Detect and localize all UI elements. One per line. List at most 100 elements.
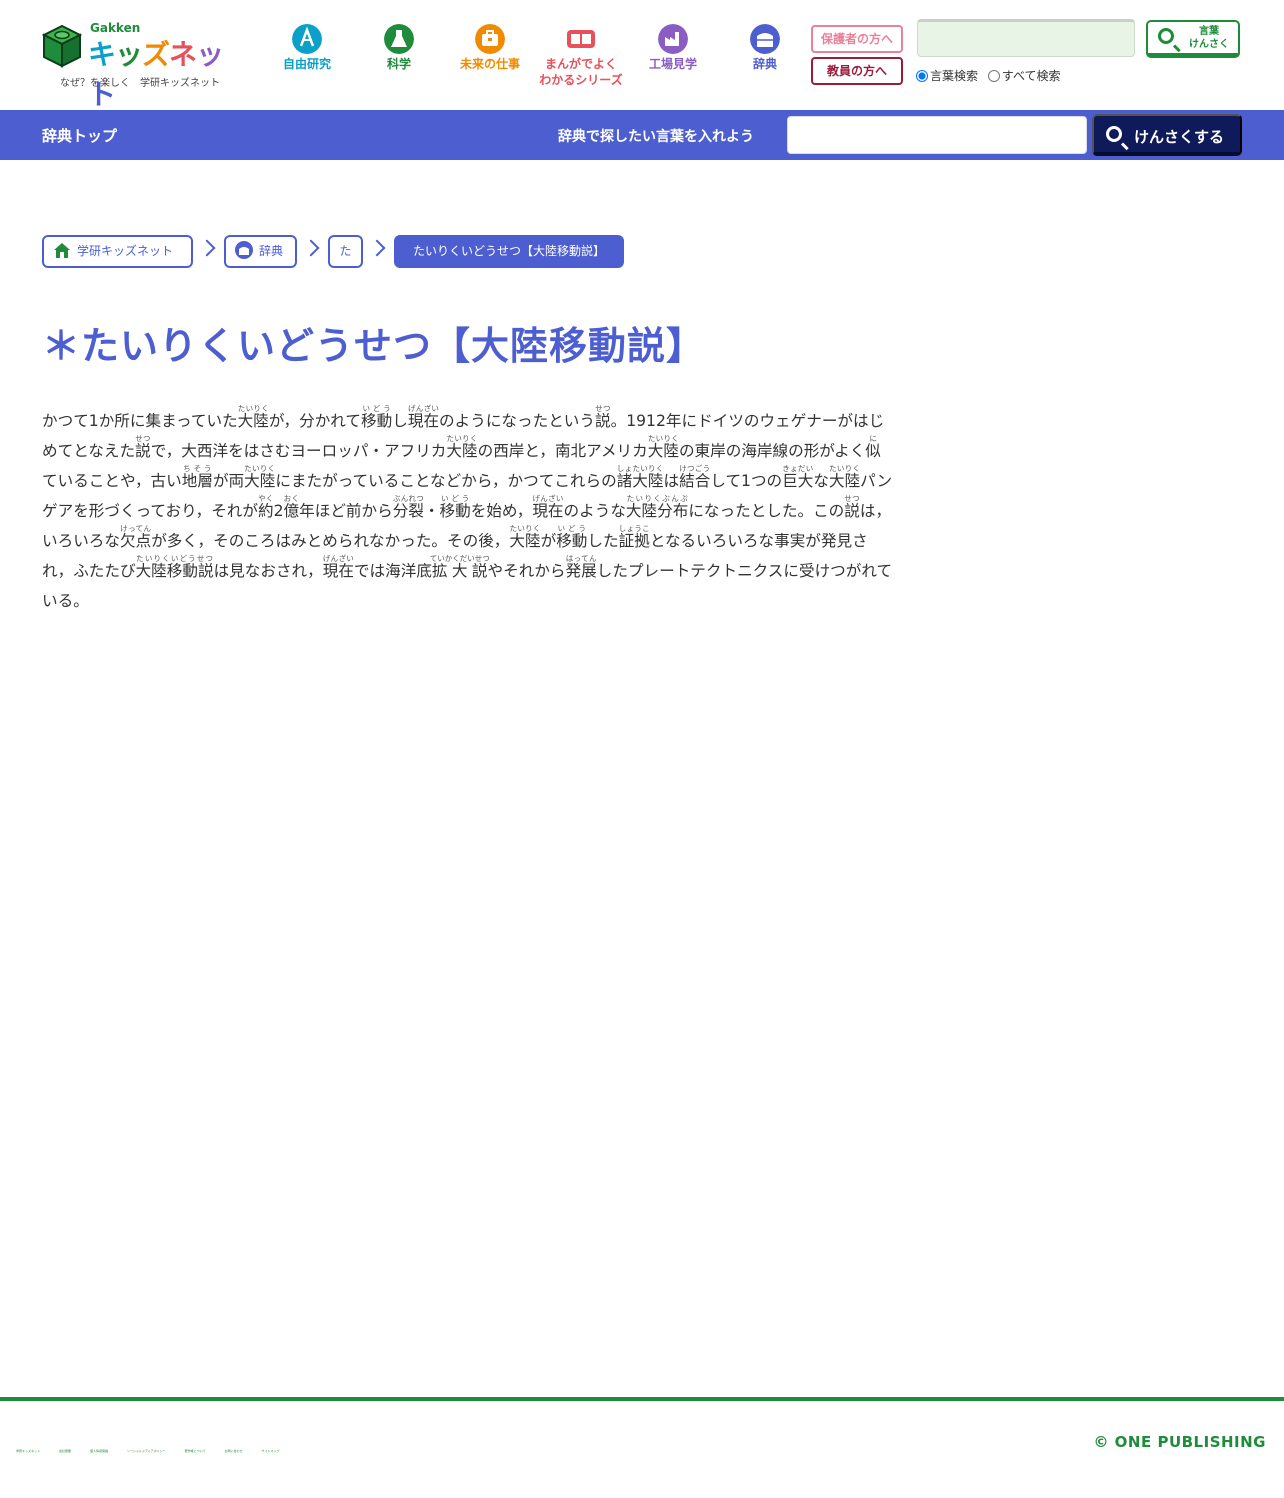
footer-link[interactable]: サイトマップ (262, 1449, 280, 1453)
dictionary-top-link[interactable]: 辞典トップ (42, 125, 117, 146)
nav-label: 科学 (386, 57, 411, 71)
furigana: たいりく (509, 524, 541, 533)
ruby-word: 欠点けってん (119, 524, 152, 550)
parents-button[interactable]: 保護者の方へ (811, 25, 903, 53)
text-segment: ていることや，古い (42, 472, 182, 490)
furigana: たいりく (237, 404, 269, 413)
nav-manga-series[interactable]: まんがでよく わかるシリーズ (536, 24, 626, 88)
nav-kagaku[interactable]: 科学 (354, 24, 444, 72)
nav-label: 未来の仕事 (459, 57, 520, 71)
breadcrumb-home[interactable]: 学研キッズネット (42, 235, 193, 268)
text-segment: を始め， (470, 502, 533, 520)
entry-title: ＊たいりくいどうせつ【大陸移動説】 (42, 324, 706, 368)
footer-link[interactable]: 個人情報保護 (90, 1449, 108, 1453)
furigana: せつ (135, 434, 151, 443)
nav-kojo-kengaku[interactable]: 工場見学 (628, 24, 718, 72)
text-segment: かつて1か所に集まっていた (42, 412, 238, 430)
nav-mirai-no-shigoto[interactable]: 未来の仕事 (445, 24, 535, 72)
text-segment: が，分かれて (268, 412, 362, 430)
flask-icon (384, 24, 414, 54)
dictionary-search-input[interactable] (787, 116, 1087, 154)
ruby-word: 似に (865, 434, 881, 460)
furigana: はってん (565, 554, 597, 563)
dictionary-icon (235, 241, 253, 259)
radio-words-search[interactable]: 言葉検索 (916, 69, 978, 83)
chevron-right-icon (368, 239, 386, 257)
breadcrumb-ta[interactable]: た (328, 235, 363, 268)
nav-label-line1: まんがでよく (544, 57, 617, 71)
text-segment: では海洋底 (353, 562, 432, 580)
text-segment: は見なおされ， (213, 562, 323, 580)
ruby-word: 移動いどう (556, 524, 588, 550)
furigana: たいりく (647, 434, 679, 443)
breadcrumb-current: たいりくいどうせつ【大陸移動説】 (394, 235, 624, 268)
nav-label-line2: わかるシリーズ (539, 73, 623, 87)
radio-words-input[interactable] (916, 70, 928, 82)
furigana: たいりくぶんぷ (625, 494, 689, 503)
header-search-button-label: 言葉 けんさく (1189, 26, 1229, 50)
furigana: けってん (119, 524, 152, 533)
text-segment: で，大西洋をはさむヨーロッパ・アフリカ (150, 442, 447, 460)
footer-link[interactable]: ソーシャルメディアポリシー (127, 1449, 166, 1453)
ruby-word: 大陸たいりく (828, 464, 861, 490)
furigana: いどう (439, 494, 471, 503)
header-search-button[interactable]: 言葉 けんさく (1146, 20, 1240, 58)
furigana: せつ (844, 494, 860, 503)
book-icon (567, 30, 595, 48)
teachers-button[interactable]: 教員の方へ (811, 57, 903, 85)
nav-jiyu-kenkyu[interactable]: 自由研究 (262, 24, 352, 72)
text-segment: のような (563, 502, 626, 520)
ruby-word: 億おく (283, 494, 300, 520)
ruby-word: 現在げんざい (407, 404, 440, 430)
text-segment: の東岸の海岸線の形がよく (678, 442, 866, 460)
footer-divider (0, 1397, 1284, 1401)
footer-link[interactable]: 著作権について (185, 1449, 206, 1453)
furigana: おく (283, 494, 300, 503)
ruby-word: 大陸分布たいりくぶんぷ (625, 494, 689, 520)
ruby-word: 諸大陸しょたいりく (616, 464, 664, 490)
ruby-word: 大陸たいりく (446, 434, 478, 460)
ruby-word: 大陸移動説たいりくいどうせつ (135, 554, 214, 580)
furigana: いどう (556, 524, 588, 533)
ruby-word: 分裂ぶんれつ (392, 494, 424, 520)
furigana: きょだい (782, 464, 814, 473)
footer-links: 学研キッズネット 会社概要 個人情報保護 ソーシャルメディアポリシー 著作権につ… (16, 1449, 298, 1453)
breadcrumb-dictionary[interactable]: 辞典 (224, 235, 297, 268)
furigana: げんざい (322, 554, 354, 563)
furigana: たいりく (828, 464, 861, 473)
furigana: けつごう (679, 464, 711, 473)
text-segment: になったとした。この (688, 502, 845, 520)
radio-all-input[interactable] (987, 70, 1000, 82)
furigana: たいりく (446, 434, 478, 443)
ruby-word: 証拠しょうこ (618, 524, 650, 550)
ruby-word: 拡大説ていかくだいせつ (429, 554, 490, 580)
entry-description: かつて1か所に集まっていた大陸たいりくが，分かれて移動いどうし現在げんざいのよう… (42, 404, 894, 616)
text-segment: な (813, 472, 829, 490)
footer-link[interactable]: 学研キッズネット (16, 1449, 40, 1453)
site-logo[interactable]: Gakken キッズネット なぜ？を楽しく 学研キッズネット (40, 20, 246, 111)
text-segment: 年ほど前から (299, 502, 393, 520)
text-segment: が多く，そのころはみとめられなかった。その後， (151, 532, 510, 550)
dictionary-search-button[interactable]: けんさくする (1092, 114, 1242, 156)
nav-label: 自由研究 (282, 57, 331, 71)
breadcrumb-label: 学研キッズネット (77, 244, 174, 258)
nav-label: 辞典 (752, 57, 777, 71)
factory-icon (658, 24, 688, 54)
furigana: たいりく (244, 464, 276, 473)
header-search-input[interactable] (917, 19, 1135, 57)
dictionary-search-button-label: けんさくする (1134, 129, 1225, 146)
footer-link[interactable]: お問い合わせ (225, 1449, 243, 1453)
nav-jiten[interactable]: 辞典 (720, 24, 810, 72)
ruby-word: 説せつ (595, 404, 611, 430)
radio-all-search[interactable]: すべて検索 (987, 69, 1061, 83)
footer-link[interactable]: 会社概要 (59, 1449, 71, 1453)
ruby-word: 大陸たいりく (509, 524, 541, 550)
logo-brand-text: キッズネット (88, 38, 224, 111)
ruby-word: 移動いどう (361, 404, 393, 430)
research-icon (292, 24, 322, 54)
chevron-right-icon (198, 239, 216, 257)
ruby-word: 移動いどう (439, 494, 471, 520)
chevron-right-icon (302, 239, 320, 257)
search-icon (1158, 28, 1174, 44)
furigana: げんざい (407, 404, 440, 413)
